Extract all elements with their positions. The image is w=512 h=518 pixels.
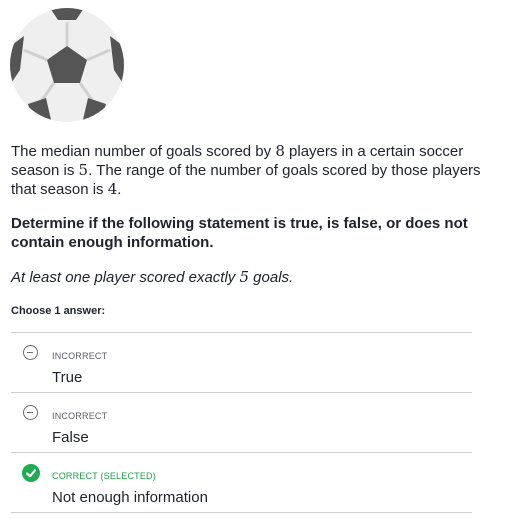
option-label: Not enough information: [52, 489, 208, 506]
option-true[interactable]: INCORRECT True: [11, 332, 472, 392]
minus-circle-icon: [23, 405, 38, 420]
option-label: False: [52, 429, 89, 446]
option-false[interactable]: INCORRECT False: [11, 392, 472, 452]
statement-text: At least one player scored exactly 5 goa…: [11, 268, 294, 286]
range-value: 4: [107, 180, 118, 198]
option-status: INCORRECT: [52, 411, 108, 421]
option-not-enough-information[interactable]: CORRECT (SELECTED) Not enough informatio…: [11, 452, 472, 513]
check-circle-icon: [22, 464, 40, 482]
answer-options: INCORRECT True INCORRECT False CORRECT (…: [11, 332, 472, 513]
players-count: 8: [275, 142, 285, 160]
option-status: CORRECT (SELECTED): [52, 471, 156, 481]
minus-circle-icon: [23, 345, 38, 360]
option-status: INCORRECT: [52, 351, 108, 361]
question-text: The median number of goals scored by 8 p…: [11, 142, 481, 198]
median-value: 5: [78, 161, 89, 179]
choose-label: Choose 1 answer:: [11, 305, 106, 317]
option-label: True: [52, 369, 83, 386]
soccer-ball-image: [10, 8, 124, 122]
instruction-text: Determine if the following statement is …: [11, 215, 468, 251]
